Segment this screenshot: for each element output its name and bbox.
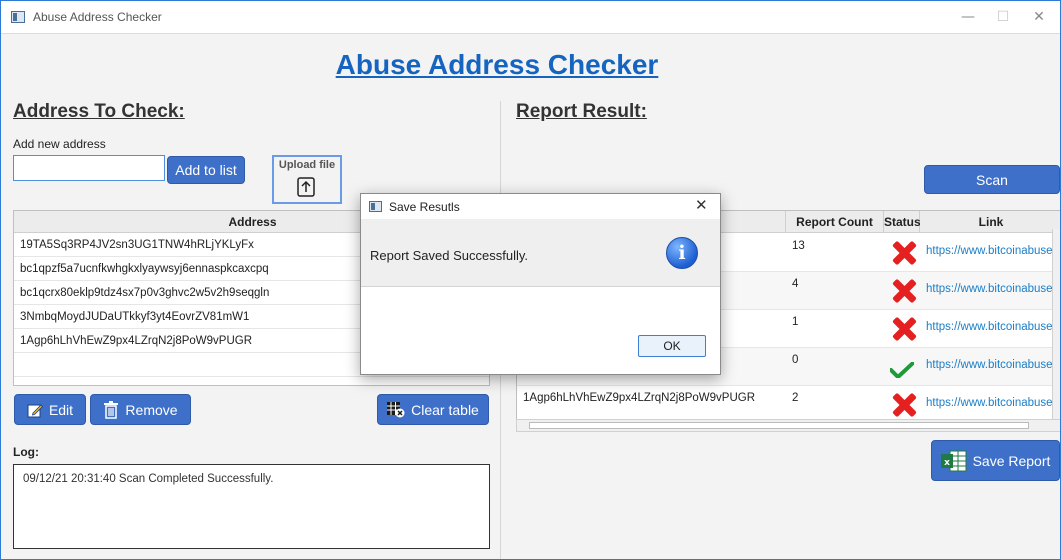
report-link[interactable]: https://www.bitcoinabuse	[920, 310, 1060, 347]
clear-table-button[interactable]: Clear table	[377, 394, 489, 425]
add-to-list-label: Add to list	[175, 162, 237, 178]
dialog-close-icon[interactable]: ✕	[695, 196, 708, 214]
edit-button[interactable]: Edit	[14, 394, 86, 425]
add-address-label: Add new address	[13, 137, 106, 151]
info-icon: i	[666, 237, 698, 269]
close-button[interactable]: ✕	[1026, 7, 1052, 27]
trash-icon	[104, 400, 119, 419]
red-x-icon	[891, 316, 917, 342]
log-label: Log:	[13, 445, 39, 459]
window-titlebar: Abuse Address Checker — ☐ ✕	[1, 1, 1060, 34]
new-address-input[interactable]	[13, 155, 165, 181]
scan-button[interactable]: Scan	[924, 165, 1060, 194]
app-window-icon	[11, 11, 25, 23]
report-count-cell: 0	[792, 354, 799, 366]
red-x-icon	[891, 240, 917, 266]
ok-button[interactable]: OK	[638, 335, 706, 357]
report-count-cell: 13	[792, 240, 805, 252]
dialog-titlebar[interactable]: Save Resutls ✕	[361, 194, 720, 219]
save-results-dialog: Save Resutls ✕ Report Saved Successfully…	[360, 193, 721, 375]
minimize-button[interactable]: —	[955, 7, 981, 27]
report-section-title: Report Result:	[516, 101, 647, 122]
remove-button[interactable]: Remove	[90, 394, 191, 425]
report-link[interactable]: https://www.bitcoinabuse	[920, 234, 1060, 271]
report-count-cell: 1	[792, 316, 799, 328]
clear-table-icon	[387, 401, 405, 417]
dialog-title: Save Resutls	[389, 200, 460, 214]
upload-file-label: Upload file	[278, 159, 336, 171]
scrollbar-thumb[interactable]	[529, 422, 1029, 429]
report-link[interactable]: https://www.bitcoinabuse	[920, 272, 1060, 309]
report-link[interactable]: https://www.bitcoinabuse	[920, 386, 1060, 419]
report-table-horizontal-scrollbar[interactable]	[516, 419, 1060, 432]
save-report-label: Save Report	[972, 452, 1051, 469]
report-count-column-header[interactable]: Report Count	[786, 211, 884, 233]
red-x-icon	[891, 392, 917, 418]
report-count-cell: 2	[792, 392, 799, 404]
dialog-message-area: Report Saved Successfully. i	[361, 219, 720, 287]
edit-icon	[27, 403, 43, 417]
maximize-button[interactable]: ☐	[990, 7, 1016, 27]
report-link[interactable]: https://www.bitcoinabuse	[920, 348, 1060, 385]
upload-file-button[interactable]: Upload file	[272, 155, 342, 204]
app-heading: Abuse Address Checker	[335, 49, 659, 80]
save-report-button[interactable]: x Save Report	[931, 440, 1060, 481]
dialog-window-icon	[369, 201, 382, 212]
window-title: Abuse Address Checker	[33, 10, 162, 24]
red-x-icon	[891, 278, 917, 304]
table-row[interactable]: 1Agp6hLhVhEwZ9px4LZrqN2j8PoW9vPUGR 2 htt…	[517, 386, 1060, 419]
upload-icon	[297, 177, 315, 197]
excel-icon: x	[940, 450, 967, 471]
report-table-vertical-scrollbar[interactable]	[1052, 229, 1060, 419]
link-column-header[interactable]: Link	[920, 211, 1060, 233]
green-check-icon	[890, 362, 914, 378]
edit-label: Edit	[48, 401, 74, 418]
scan-label: Scan	[976, 171, 1008, 188]
app-window: Abuse Address Checker — ☐ ✕ Abuse Addres…	[0, 0, 1061, 560]
status-column-header[interactable]: Status	[884, 211, 921, 233]
clear-table-label: Clear table	[411, 401, 479, 418]
log-entry: 09/12/21 20:31:40 Scan Completed Success…	[23, 473, 274, 485]
report-address-cell: 1Agp6hLhVhEwZ9px4LZrqN2j8PoW9vPUGR	[523, 392, 756, 404]
report-count-cell: 4	[792, 278, 799, 290]
svg-text:x: x	[944, 458, 950, 468]
dialog-message: Report Saved Successfully.	[370, 248, 528, 263]
remove-label: Remove	[125, 401, 178, 418]
add-to-list-button[interactable]: Add to list	[167, 156, 245, 184]
address-section-title: Address To Check:	[13, 101, 185, 122]
log-textarea[interactable]: 09/12/21 20:31:40 Scan Completed Success…	[13, 464, 490, 549]
